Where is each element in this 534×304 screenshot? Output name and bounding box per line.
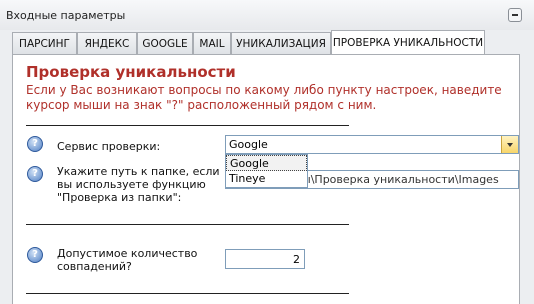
section-heading: Проверка уникальности: [26, 63, 236, 81]
settings-panel: Входные параметры ПАРСИНГ ЯНДЕКС GOOGLE …: [0, 0, 534, 304]
panel-header: Входные параметры: [0, 0, 534, 30]
collapse-button[interactable]: [508, 8, 522, 22]
dropdown-button[interactable]: [501, 136, 518, 153]
service-selected-value: Google: [229, 138, 268, 151]
separator: [26, 293, 349, 294]
tab-yandex[interactable]: ЯНДЕКС: [77, 32, 137, 54]
service-dropdown-list: Google Tineye: [225, 154, 308, 188]
tab-google[interactable]: GOOGLE: [137, 32, 193, 54]
folder-label-line3: "Проверка из папки":: [57, 191, 182, 204]
option-tineye[interactable]: Tineye: [226, 171, 307, 187]
minus-icon: [512, 14, 518, 16]
service-select[interactable]: Google: [225, 135, 519, 154]
help-icon[interactable]: ?: [27, 247, 43, 263]
folder-label-line1: Укажите путь к папке, если: [57, 165, 220, 178]
tab-parsing[interactable]: ПАРСИНГ: [12, 32, 77, 54]
panel-title: Входные параметры: [6, 9, 126, 22]
tab-mail[interactable]: MAIL: [193, 32, 231, 54]
matches-count-input[interactable]: 2: [225, 249, 305, 269]
matches-label-line1: Допустимое количество: [57, 247, 198, 260]
service-label: Сервис проверки:: [57, 140, 161, 153]
option-google[interactable]: Google: [226, 155, 307, 171]
tab-content: Проверка уникальности Если у Вас возника…: [12, 54, 520, 304]
help-icon[interactable]: ?: [27, 136, 43, 152]
matches-label-line2: совпадений?: [57, 260, 132, 273]
separator: [26, 224, 349, 225]
tab-uniqualization[interactable]: УНИКАЛИЗАЦИЯ: [231, 32, 331, 54]
help-hint: Если у Вас возникают вопросы по какому л…: [26, 83, 502, 112]
tab-uniqueness-check[interactable]: ПРОВЕРКА УНИКАЛЬНОСТИ: [331, 30, 485, 54]
help-icon[interactable]: ?: [27, 166, 43, 182]
folder-label-line2: вы используете функцию: [57, 178, 206, 191]
chevron-down-icon: [507, 143, 513, 147]
matches-count-value: 2: [293, 253, 300, 266]
separator: [26, 125, 349, 126]
